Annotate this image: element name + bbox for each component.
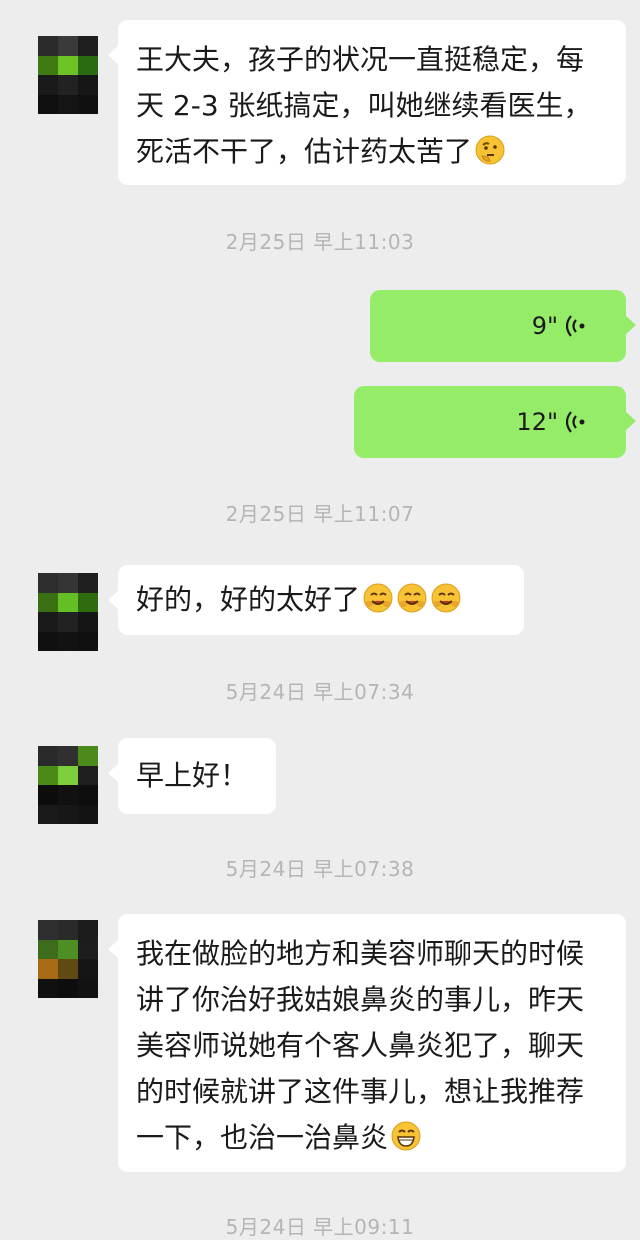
smiling-face-emoji <box>363 583 393 613</box>
chat-screen: 王大夫，孩子的状况一直挺稳定，每天 2-3 张纸搞定，叫她继续看医生，死活不干了… <box>0 0 640 1239</box>
message-timestamp: 5月24日 早上07:34 <box>225 680 415 704</box>
contact-avatar[interactable] <box>38 36 98 114</box>
message-text: 好的，好的太好了 <box>136 583 361 616</box>
smiling-face-emoji <box>397 583 427 613</box>
message-text: 王大夫，孩子的状况一直挺稳定，每天 2-3 张纸搞定，叫她继续看医生，死活不干了… <box>136 43 592 168</box>
voice-duration: 12" <box>516 408 558 436</box>
voice-message-bubble[interactable]: 9" <box>370 290 636 362</box>
message-timestamp: 2月25日 早上11:03 <box>225 230 415 254</box>
smiling-face-emoji <box>431 583 461 613</box>
message-timestamp: 2月25日 早上11:07 <box>225 502 415 526</box>
voice-duration: 9" <box>531 312 558 340</box>
contact-avatar[interactable] <box>38 573 98 651</box>
grinning-face-emoji <box>391 1121 421 1151</box>
voice-wave-icon <box>566 315 585 337</box>
voice-message-bubble[interactable]: 12" <box>354 386 636 458</box>
message-text: 我在做脸的地方和美容师聊天的时候讲了你治好我姑娘鼻炎的事儿，昨天美容师说她有个客… <box>136 937 585 1154</box>
message-text: 早上好！ <box>136 759 249 792</box>
contact-avatar[interactable] <box>38 920 98 998</box>
message-bubble[interactable]: 早上好！ <box>108 738 276 814</box>
message-timestamp: 5月24日 早上07:38 <box>225 857 415 881</box>
message-timestamp: 5月24日 早上09:11 <box>225 1215 415 1239</box>
message-bubble[interactable]: 我在做脸的地方和美容师聊天的时候讲了你治好我姑娘鼻炎的事儿，昨天美容师说她有个客… <box>108 914 626 1172</box>
message-bubble[interactable]: 王大夫，孩子的状况一直挺稳定，每天 2-3 张纸搞定，叫她继续看医生，死活不干了… <box>108 20 626 185</box>
thinking-face-emoji <box>475 135 505 165</box>
message-bubble[interactable]: 好的，好的太好了 <box>108 565 524 635</box>
contact-avatar[interactable] <box>38 746 98 824</box>
voice-wave-icon <box>566 411 585 433</box>
